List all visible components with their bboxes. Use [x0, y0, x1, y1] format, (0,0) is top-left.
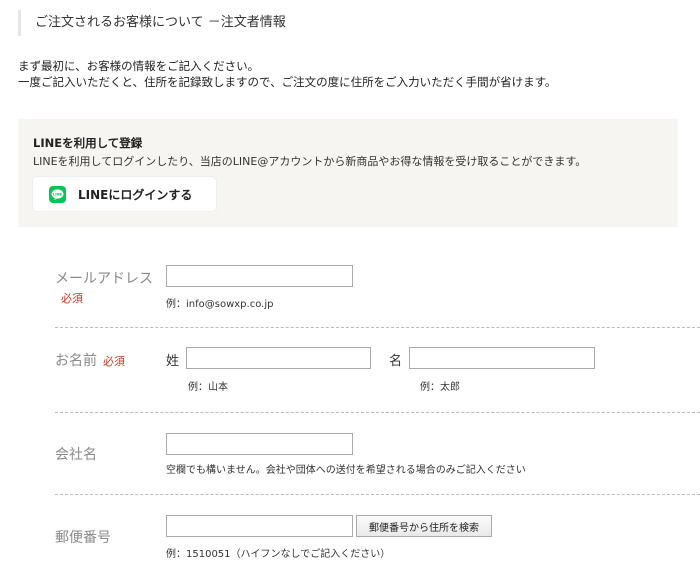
postal-code-field[interactable] [166, 515, 353, 537]
postal-label: 郵便番号 [55, 530, 111, 546]
intro-line-2: 一度ご記入いただくと、住所を記録致しますので、ご注文の度に住所をご入力いただく手… [18, 75, 557, 89]
divider [55, 494, 700, 495]
last-name-label: 姓 [166, 354, 180, 369]
company-label: 会社名 [55, 447, 97, 463]
first-name-label: 名 [389, 354, 403, 369]
email-hint: 例：info@sowxp.co.jp [166, 299, 274, 310]
line-logo-icon: LINE [49, 186, 66, 203]
postal-hint: 例：1510051（ハイフンなしでご記入ください） [166, 549, 391, 560]
line-login-label: LINEにログインする [78, 188, 193, 202]
intro-text: まず最初に、お客様の情報をご記入ください。 一度ご記入いただくと、住所を記録致し… [18, 58, 556, 90]
last-name-hint: 例：山本 [188, 382, 228, 393]
first-name-hint: 例：太郎 [420, 382, 460, 393]
postal-search-button[interactable]: 郵便番号から住所を検索 [356, 515, 492, 537]
page-heading: ご注文されるお客様について －注文者情報 [18, 10, 286, 36]
last-name-field[interactable] [186, 347, 371, 369]
divider [55, 327, 700, 328]
divider [55, 412, 700, 413]
line-logo-text: LINE [53, 193, 63, 197]
line-login-button[interactable]: LINE LINEにログインする [33, 177, 216, 211]
name-required-badge: 必須 [103, 355, 125, 368]
email-label: メールアドレス [55, 271, 153, 287]
intro-line-1: まず最初に、お客様の情報をご記入ください。 [18, 59, 260, 73]
company-hint: 空欄でも構いません。会社や団体への送付を希望される場合のみご記入ください [166, 465, 526, 476]
line-panel-title: LINEを利用して登録 [33, 136, 143, 150]
email-required-badge: 必須 [61, 292, 83, 305]
line-panel-description: LINEを利用してログインしたり、当店のLINE@アカウントから新商品やお得な情… [33, 155, 587, 168]
name-label: お名前 [55, 353, 97, 369]
email-field[interactable] [166, 265, 353, 287]
company-field[interactable] [166, 433, 353, 455]
line-login-panel: LINEを利用して登録 LINEを利用してログインしたり、当店のLINE@アカウ… [18, 119, 678, 227]
first-name-field[interactable] [409, 347, 595, 369]
